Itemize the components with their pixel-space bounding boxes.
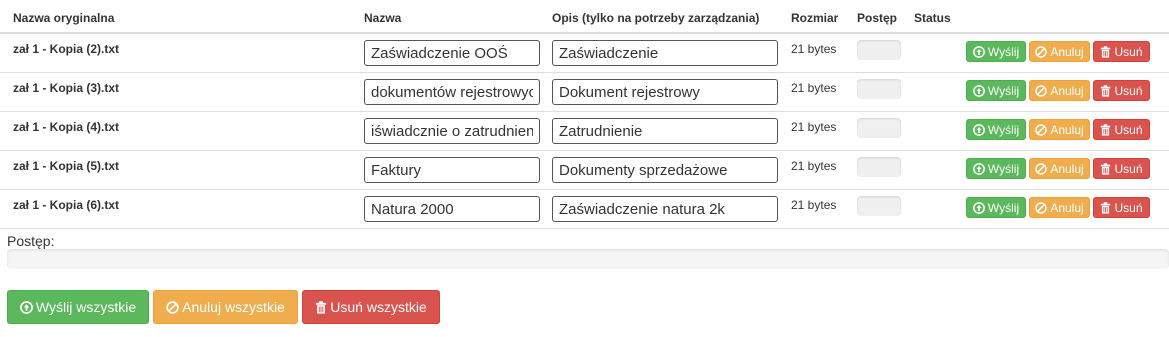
delete-button-label: Usuń [1114, 44, 1143, 59]
send-button-label: Wyślij [987, 44, 1020, 59]
delete-button[interactable]: Usuń [1093, 41, 1150, 62]
send-button-label: Wyślij [987, 83, 1020, 98]
overall-progress-label: Postęp: [7, 233, 55, 249]
send-all-button[interactable]: Wyślij wszystkie [7, 290, 149, 324]
cancel-button[interactable]: Anuluj [1029, 197, 1090, 218]
delete-button[interactable]: Usuń [1093, 158, 1150, 179]
original-filename: zał 1 - Kopia (3).txt [13, 81, 120, 95]
send-all-label: Wyślij wszystkie [35, 299, 137, 315]
cancel-button-label: Anuluj [1050, 200, 1084, 215]
row-progress-bar [857, 196, 901, 216]
header-size: Rozmiar [791, 11, 839, 25]
cancel-all-label: Anuluj wszystkie [182, 299, 285, 315]
circle-arrow-up-icon [972, 162, 985, 175]
description-input[interactable] [552, 196, 778, 222]
row-progress-bar [857, 79, 901, 99]
send-button[interactable]: Wyślij [966, 197, 1026, 218]
send-button[interactable]: Wyślij [966, 80, 1026, 101]
table-row: zał 1 - Kopia (6).txt 21 bytes Wyślij Anulu… [0, 190, 1169, 229]
table-header: Nazwa oryginalna Nazwa Opis (tylko na po… [0, 0, 1169, 34]
file-size: 21 bytes [791, 120, 837, 134]
overall-progress-bar [7, 249, 1169, 269]
file-size: 21 bytes [791, 159, 837, 173]
cancel-button[interactable]: Anuluj [1029, 80, 1090, 101]
file-size: 21 bytes [791, 81, 837, 95]
trash-icon [1100, 45, 1111, 58]
description-input[interactable] [552, 40, 778, 66]
delete-button[interactable]: Usuń [1093, 197, 1150, 218]
cancel-all-button[interactable]: Anuluj wszystkie [153, 290, 298, 324]
send-button-label: Wyślij [987, 161, 1020, 176]
circle-arrow-up-icon [972, 45, 985, 58]
delete-button-label: Usuń [1114, 122, 1143, 137]
trash-icon [1100, 162, 1111, 175]
cancel-button[interactable]: Anuluj [1029, 41, 1090, 62]
trash-icon [1100, 84, 1111, 97]
table-row: zał 1 - Kopia (4).txt 21 bytes Wyślij Anulu… [0, 112, 1169, 151]
ban-circle-icon [1035, 84, 1048, 97]
delete-button[interactable]: Usuń [1093, 119, 1150, 140]
upload-table: Nazwa oryginalna Nazwa Opis (tylko na po… [0, 0, 1169, 229]
cancel-button-label: Anuluj [1050, 44, 1084, 59]
name-input[interactable] [364, 157, 540, 183]
circle-arrow-up-icon [972, 201, 985, 214]
ban-circle-icon [1035, 123, 1048, 136]
name-input[interactable] [364, 40, 540, 66]
delete-all-label: Usuń wszystkie [330, 299, 427, 315]
row-progress-bar [857, 157, 901, 177]
cancel-button-label: Anuluj [1050, 122, 1084, 137]
trash-icon [315, 300, 327, 314]
cancel-button[interactable]: Anuluj [1029, 158, 1090, 179]
header-progress: Postęp [857, 11, 898, 25]
cancel-button-label: Anuluj [1050, 161, 1084, 176]
header-name: Nazwa [364, 11, 402, 25]
delete-all-button[interactable]: Usuń wszystkie [302, 290, 440, 324]
file-size: 21 bytes [791, 42, 837, 56]
name-input[interactable] [364, 79, 540, 105]
delete-button-label: Usuń [1114, 83, 1143, 98]
row-progress-bar [857, 40, 901, 60]
row-progress-bar [857, 118, 901, 138]
send-button[interactable]: Wyślij [966, 119, 1026, 140]
original-filename: zał 1 - Kopia (4).txt [13, 120, 120, 134]
circle-arrow-up-icon [19, 300, 33, 314]
header-description: Opis (tylko na potrzeby zarządzania) [552, 11, 760, 25]
description-input[interactable] [552, 79, 778, 105]
delete-button[interactable]: Usuń [1093, 80, 1150, 101]
description-input[interactable] [552, 157, 778, 183]
ban-circle-icon [166, 300, 179, 314]
delete-button-label: Usuń [1114, 200, 1143, 215]
trash-icon [1100, 123, 1111, 136]
header-status: Status [914, 11, 951, 25]
description-input[interactable] [552, 118, 778, 144]
cancel-button-label: Anuluj [1050, 83, 1084, 98]
ban-circle-icon [1035, 162, 1048, 175]
header-original-name: Nazwa oryginalna [13, 11, 115, 25]
send-button-label: Wyślij [987, 200, 1020, 215]
send-button[interactable]: Wyślij [966, 158, 1026, 179]
send-button[interactable]: Wyślij [966, 41, 1026, 62]
table-body: zał 1 - Kopia (2).txt 21 bytes Wyślij Anulu… [0, 34, 1169, 229]
send-button-label: Wyślij [987, 122, 1020, 137]
trash-icon [1100, 201, 1111, 214]
delete-button-label: Usuń [1114, 161, 1143, 176]
circle-arrow-up-icon [972, 84, 985, 97]
original-filename: zał 1 - Kopia (6).txt [13, 198, 120, 212]
original-filename: zał 1 - Kopia (2).txt [13, 42, 120, 56]
table-row: zał 1 - Kopia (5).txt 21 bytes Wyślij Anulu… [0, 151, 1169, 190]
name-input[interactable] [364, 118, 540, 144]
cancel-button[interactable]: Anuluj [1029, 119, 1090, 140]
original-filename: zał 1 - Kopia (5).txt [13, 159, 120, 173]
file-size: 21 bytes [791, 198, 837, 212]
table-row: zał 1 - Kopia (3).txt 21 bytes Wyślij Anulu… [0, 73, 1169, 112]
circle-arrow-up-icon [972, 123, 985, 136]
name-input[interactable] [364, 196, 540, 222]
table-row: zał 1 - Kopia (2).txt 21 bytes Wyślij Anulu… [0, 34, 1169, 73]
ban-circle-icon [1035, 201, 1048, 214]
ban-circle-icon [1035, 45, 1048, 58]
